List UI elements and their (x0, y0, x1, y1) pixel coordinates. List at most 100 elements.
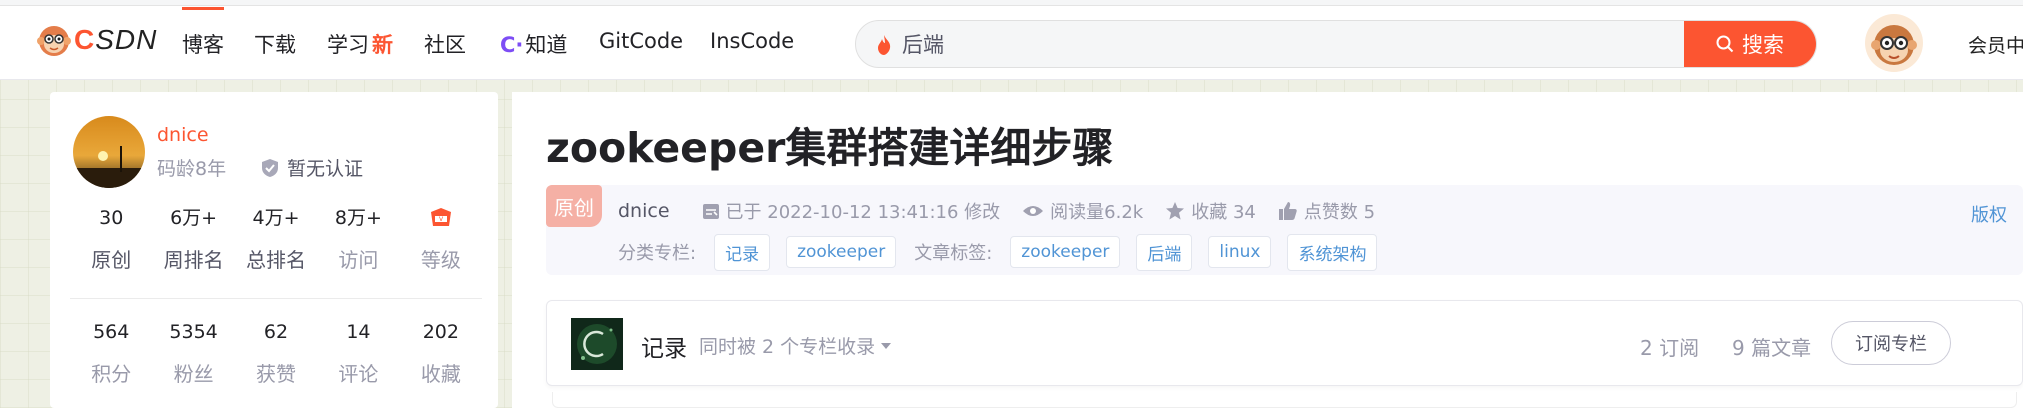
stat-label: 等级 (420, 248, 461, 272)
stat-value: 62 (263, 321, 289, 343)
original-badge: 原创 (546, 185, 602, 227)
read-count-text: 阅读量6.2k (1050, 202, 1144, 223)
stats-divider (70, 298, 482, 299)
category-tag-record[interactable]: 记录 (714, 233, 771, 271)
nav-download[interactable]: 下载 (254, 29, 296, 59)
brand-wordmark: CSDN (74, 24, 158, 55)
thumbs-up-icon (1278, 202, 1297, 220)
card-bottom-edge (552, 392, 2017, 408)
code-age: 码龄8年 (157, 158, 227, 180)
stat-value: 5354 (169, 321, 218, 343)
zhidao-icon: C· (500, 33, 524, 57)
csdn-logo[interactable]: CSDN (36, 20, 157, 60)
certification-status[interactable]: 暂无认证 (261, 154, 363, 181)
shield-icon (262, 158, 278, 177)
stat-label: 粉丝 (173, 362, 214, 386)
edit-calendar-icon (702, 204, 719, 219)
nav-inscode[interactable]: InsCode (710, 29, 794, 53)
author-avatar[interactable] (73, 116, 145, 188)
column-cover-image (571, 318, 623, 370)
stat-favorites[interactable]: 202 收藏 (400, 320, 482, 387)
article-meta-box: 原创 dnice 已于 2022-10-12 13:41:16 修改 阅读量6.… (546, 185, 2023, 275)
modified-time-text: 已于 2022-10-12 13:41:16 修改 (725, 202, 1001, 223)
favorite-count-text: 收藏 34 (1191, 202, 1256, 223)
nav-community[interactable]: 社区 (424, 29, 466, 59)
like-count-text: 点赞数 5 (1303, 202, 1376, 223)
category-tag-zookeeper[interactable]: zookeeper (786, 236, 897, 268)
stat-value: 8万+ (334, 207, 382, 229)
sunset-avatar-image (73, 116, 145, 188)
search-button-label: 搜索 (1742, 33, 1784, 57)
column-subscribers: 2 订阅 (1640, 336, 1700, 360)
column-multi-text: 同时被 2 个专栏收录 (699, 336, 876, 358)
user-avatar[interactable] (1865, 14, 1923, 72)
meta-author[interactable]: dnice (618, 200, 670, 222)
article-main: zookeeper集群搭建详细步骤 原创 dnice 已于 2022-10-12… (512, 92, 2023, 408)
column-thumbnail[interactable] (571, 318, 623, 370)
copyright-link[interactable]: 版权 (1971, 201, 2007, 227)
level-badge-icon: V (430, 208, 451, 226)
nav-zhidao-label: 知道 (525, 33, 568, 57)
stat-weekly-rank[interactable]: 6万+ 周排名 (152, 206, 234, 273)
article-tag-linux[interactable]: linux (1208, 236, 1272, 268)
read-count: 阅读量6.2k (1022, 198, 1143, 224)
member-center-link[interactable]: 会员中 (1968, 31, 2023, 58)
article-title: zookeeper集群搭建详细步骤 (546, 124, 1114, 172)
nav-learn-label: 学习 (327, 33, 369, 57)
column-card: 记录 同时被 2 个专栏收录 2 订阅 9 篇文章 订阅专栏 (546, 300, 2023, 386)
stat-original[interactable]: 30 原创 (70, 206, 152, 273)
stat-label: 积分 (91, 362, 132, 386)
stat-value: 30 (99, 207, 124, 229)
article-meta-line: dnice 已于 2022-10-12 13:41:16 修改 阅读量6.2k (618, 197, 1397, 225)
article-tag-zookeeper[interactable]: zookeeper (1010, 236, 1121, 268)
author-profile-card: dnice 码龄8年 暂无认证 30 原创 6万+ 周排名 4万+ 总排名 8万… (50, 92, 498, 408)
star-icon (1166, 202, 1185, 220)
modified-time: 已于 2022-10-12 13:41:16 修改 (702, 198, 1001, 224)
stat-label: 总排名 (246, 248, 307, 272)
stat-value: 202 (422, 321, 459, 343)
stat-label: 周排名 (163, 248, 224, 272)
profile-stats-top: 30 原创 6万+ 周排名 4万+ 总排名 8万+ 访问 V 等级 (70, 206, 482, 273)
subscribe-column-button[interactable]: 订阅专栏 (1831, 321, 1951, 365)
user-avatar-icon (1871, 25, 1917, 65)
stat-visits[interactable]: 8万+ 访问 (317, 206, 399, 273)
column-multi-dropdown[interactable]: 同时被 2 个专栏收录 (699, 332, 892, 359)
profile-stats-bottom: 564 积分 5354 粉丝 62 获赞 14 评论 202 收藏 (70, 320, 482, 387)
stat-value: 14 (346, 321, 371, 343)
nav-gitcode[interactable]: GitCode (599, 29, 683, 53)
stat-value: 4万+ (252, 207, 300, 229)
stat-likes[interactable]: 62 获赞 (235, 320, 317, 387)
search-input[interactable] (902, 21, 1522, 67)
search-button[interactable]: 搜索 (1684, 21, 1816, 67)
caret-down-icon (881, 342, 892, 349)
stat-value: 564 (93, 321, 130, 343)
mascot-logo-icon (37, 26, 71, 56)
column-article-count: 9 篇文章 (1732, 336, 1812, 360)
certification-label: 暂无认证 (287, 158, 364, 180)
stat-label: 访问 (338, 248, 379, 272)
tags-label: 文章标签: (914, 243, 993, 264)
column-name[interactable]: 记录 (641, 329, 687, 363)
top-navbar: CSDN 博客 下载 学习新 社区 C·知道 GitCode InsCode 搜… (0, 0, 2023, 80)
stat-comments[interactable]: 14 评论 (317, 320, 399, 387)
stat-label: 收藏 (420, 362, 461, 386)
stat-label: 获赞 (256, 362, 297, 386)
stat-level[interactable]: V 等级 (400, 206, 482, 273)
stat-total-rank[interactable]: 4万+ 总排名 (235, 206, 317, 273)
eye-icon (1023, 206, 1044, 216)
favorite-count[interactable]: 收藏 34 (1165, 198, 1256, 224)
like-count[interactable]: 点赞数 5 (1278, 198, 1375, 224)
stat-fans[interactable]: 5354 粉丝 (152, 320, 234, 387)
nav-zhidao[interactable]: C·知道 (500, 29, 567, 59)
article-tag-system-architecture[interactable]: 系统架构 (1287, 233, 1378, 271)
fire-icon (878, 35, 891, 55)
stat-points[interactable]: 564 积分 (70, 320, 152, 387)
author-name[interactable]: dnice (157, 124, 209, 146)
stat-label: 原创 (91, 248, 132, 272)
nav-blog[interactable]: 博客 (182, 7, 224, 59)
search-box: 搜索 (855, 20, 1817, 68)
category-label: 分类专栏: (618, 243, 697, 264)
nav-learn[interactable]: 学习新 (327, 29, 393, 59)
search-icon (1716, 35, 1734, 53)
article-tag-backend[interactable]: 后端 (1136, 233, 1193, 271)
